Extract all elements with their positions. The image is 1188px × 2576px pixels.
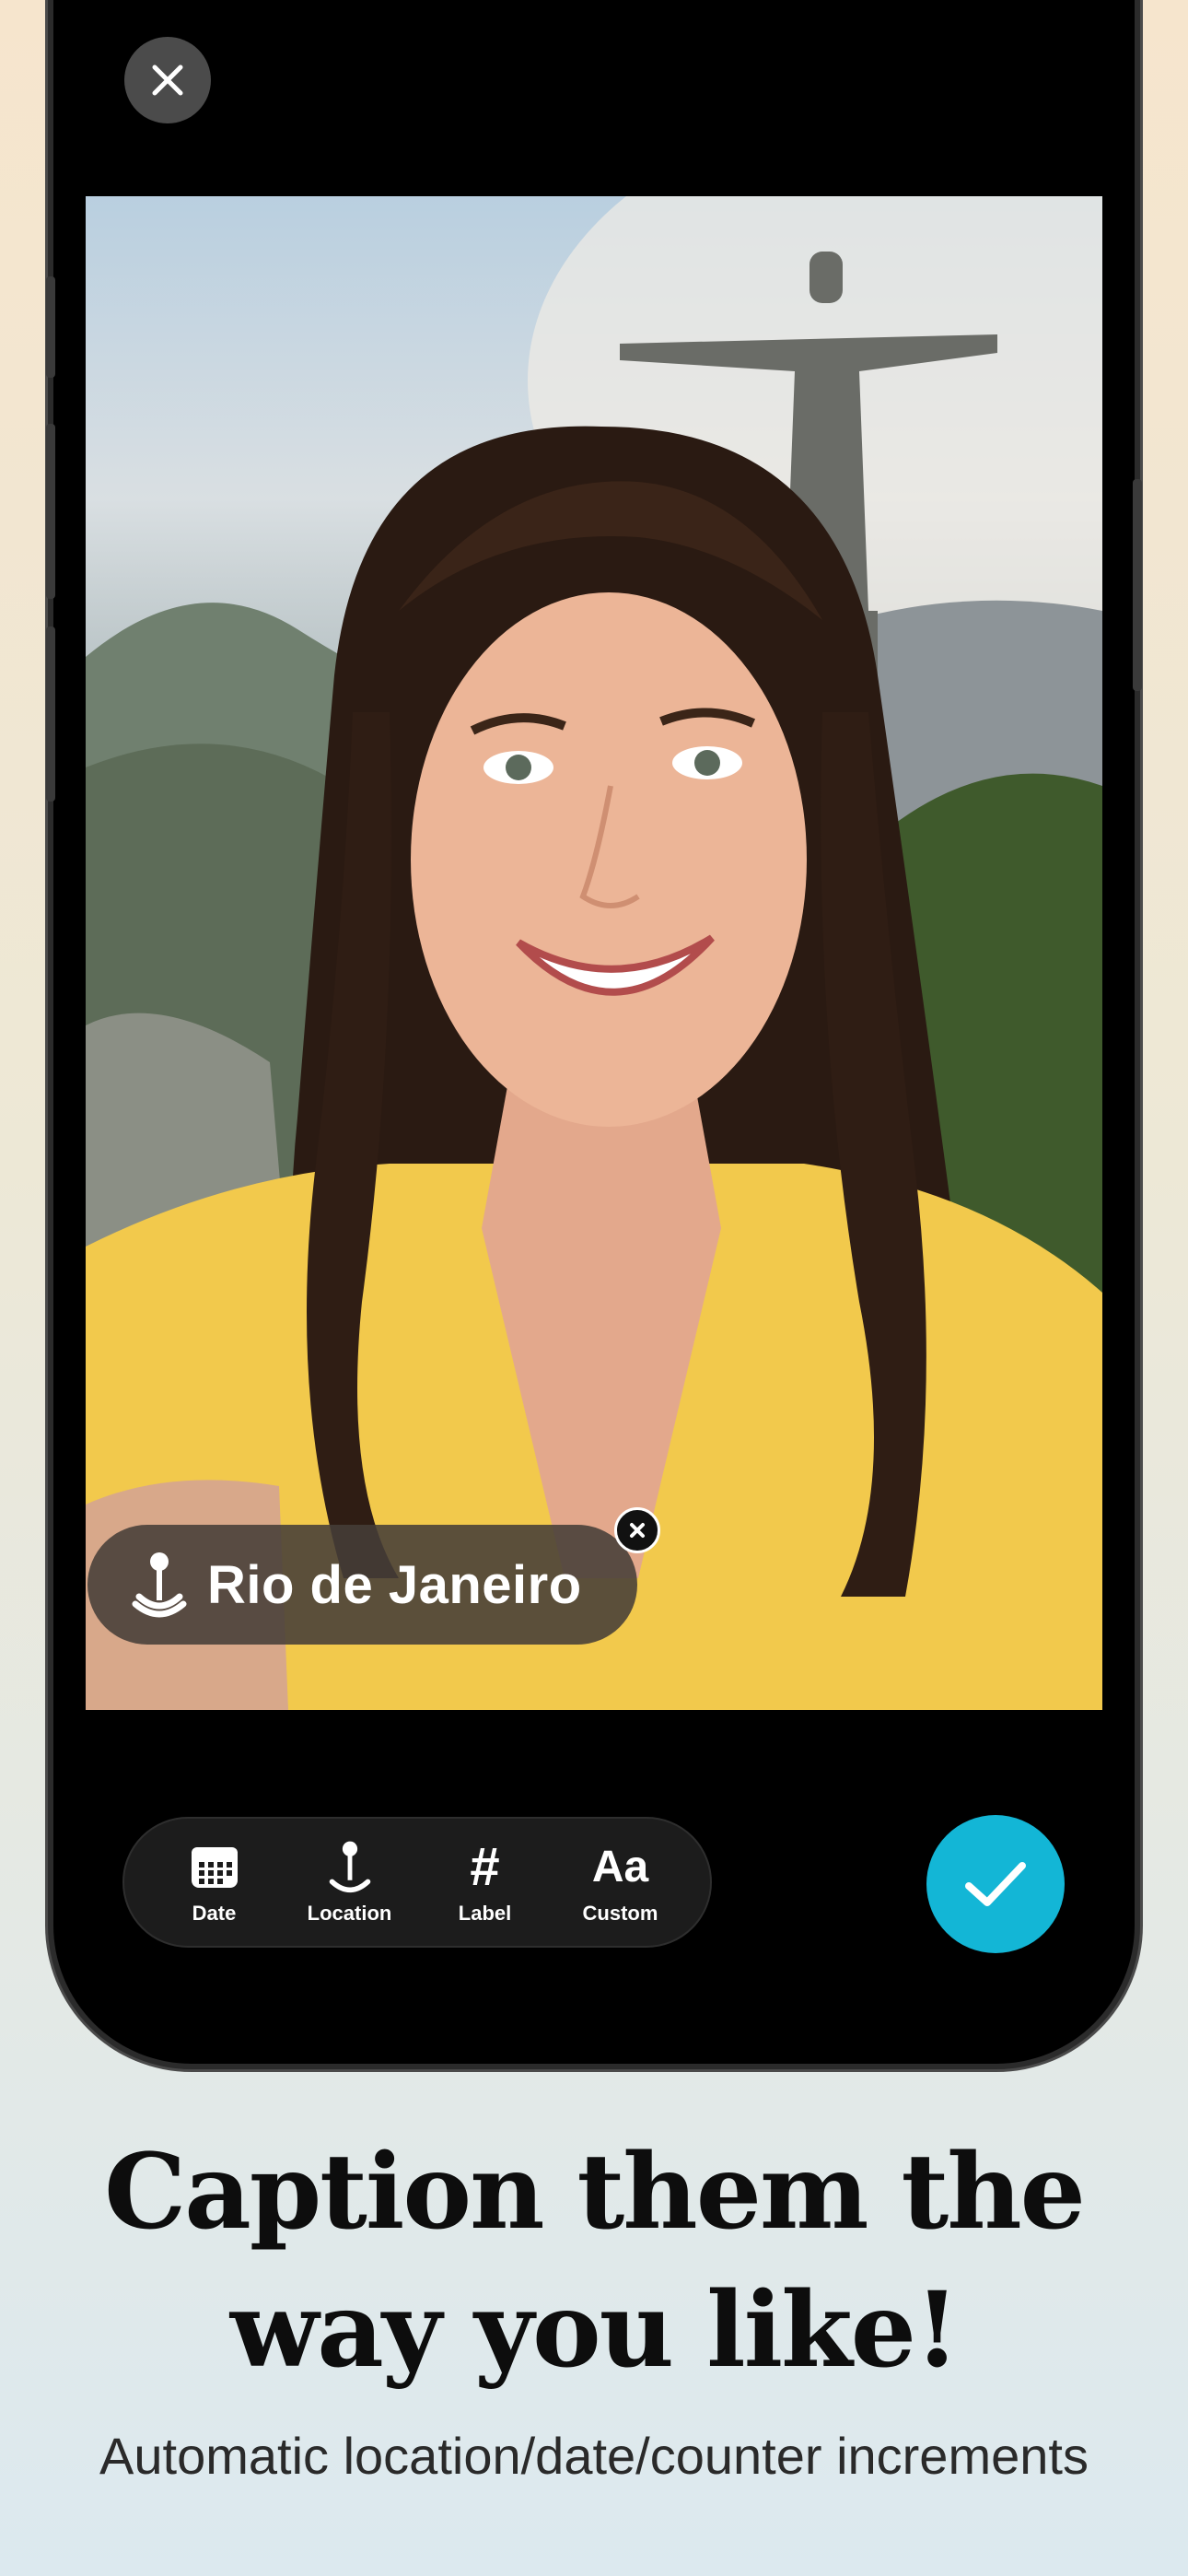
- tool-location-label: Location: [307, 1902, 392, 1925]
- close-button[interactable]: [124, 37, 211, 123]
- calendar-icon: [191, 1847, 238, 1888]
- phone-volume-button: [46, 424, 55, 599]
- caption-toolbar: Date Location # Label Aa Custom: [122, 1817, 712, 1948]
- headline-line-1: Caption them the: [104, 2132, 1086, 2253]
- location-pin-icon: [132, 1552, 187, 1618]
- subheadline: Automatic location/date/counter incremen…: [99, 2427, 1089, 2485]
- tool-label-label: Label: [458, 1902, 512, 1925]
- tool-custom[interactable]: Aa Custom: [561, 1839, 681, 1926]
- headline: Caption them the way you like!: [0, 2124, 1188, 2400]
- close-icon: [630, 1523, 645, 1538]
- selfie-photo[interactable]: [86, 196, 1102, 1710]
- photo-illustration: [86, 196, 1102, 1710]
- tool-date-label: Date: [192, 1902, 237, 1925]
- text-aa-icon: Aa: [591, 1843, 649, 1891]
- tool-date[interactable]: Date: [155, 1839, 274, 1926]
- tool-label[interactable]: # Label: [425, 1839, 545, 1926]
- caption-text: Rio de Janeiro: [207, 1554, 582, 1615]
- phone-power-button: [1133, 479, 1142, 691]
- phone-volume-button: [46, 626, 55, 802]
- location-pin-icon: [329, 1841, 370, 1893]
- headline-line-2: way you like!: [229, 2270, 960, 2391]
- remove-caption-button[interactable]: [614, 1507, 660, 1553]
- close-icon: [152, 64, 183, 96]
- confirm-button[interactable]: [926, 1815, 1065, 1953]
- location-caption-pill[interactable]: Rio de Janeiro: [87, 1525, 637, 1645]
- tool-custom-label: Custom: [582, 1902, 658, 1925]
- phone-side-button: [46, 276, 55, 378]
- tool-location[interactable]: Location: [290, 1839, 410, 1926]
- checkmark-icon: [965, 1862, 1026, 1906]
- hashtag-icon: #: [470, 1837, 500, 1897]
